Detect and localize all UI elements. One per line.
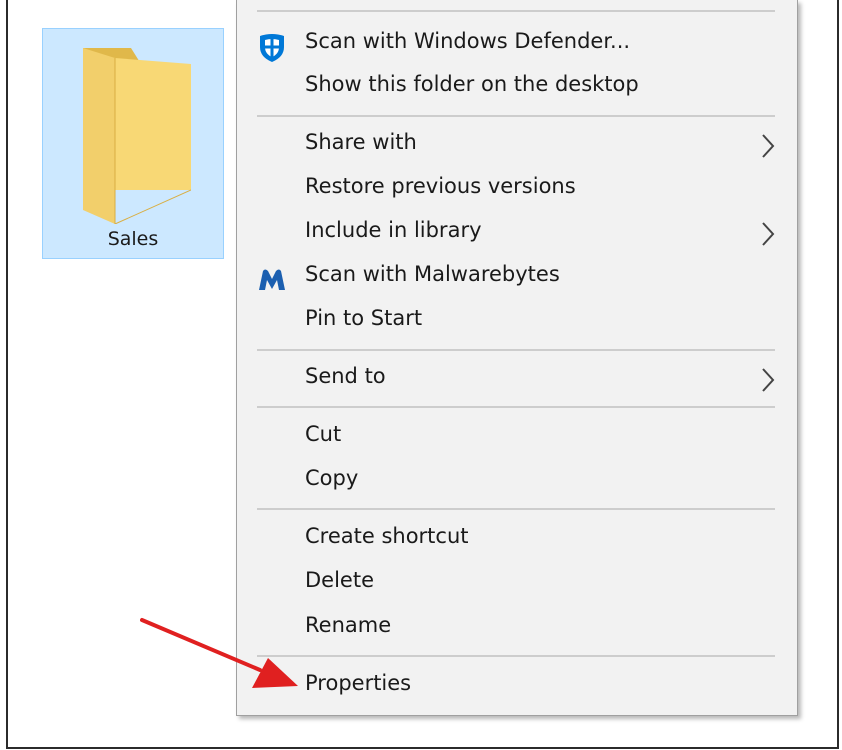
menu-item-label: Pin to Start [305,306,423,330]
menu-item-copy[interactable]: Copy [237,458,797,502]
folder-name: Sales [107,228,159,250]
annotation-arrow-icon [140,618,298,688]
menu-item-label: Copy [305,466,359,490]
menu-item-properties[interactable]: Properties [237,663,797,707]
menu-item-scan-defender[interactable]: Scan with Windows Defender... [237,21,797,65]
menu-item-send-to[interactable]: Send to [237,356,797,400]
menu-separator [257,406,775,408]
chevron-right-icon [762,368,775,392]
menu-item-label: Rename [305,613,392,637]
explorer-window: Sales Scan with Windows Defender... Show… [6,0,839,749]
menu-item-restore-versions[interactable]: Restore previous versions [237,166,797,210]
menu-item-label: Share with [305,130,417,154]
menu-item-cut[interactable]: Cut [237,414,797,458]
chevron-right-icon [762,134,775,158]
menu-item-rename[interactable]: Rename [237,605,797,649]
menu-item-label: Show this folder on the desktop [305,72,639,96]
windows-defender-icon [260,34,284,62]
folder-item-sales[interactable]: Sales [42,28,224,259]
context-menu: Scan with Windows Defender... Show this … [236,0,798,716]
menu-item-label: Scan with Windows Defender... [305,29,631,53]
menu-separator [257,508,775,510]
menu-item-show-desktop[interactable]: Show this folder on the desktop [237,64,797,108]
chevron-right-icon [762,222,775,246]
menu-item-scan-malwarebytes[interactable]: Scan with Malwarebytes [237,254,797,298]
menu-separator [257,115,775,117]
menu-item-label: Cut [305,422,342,446]
menu-item-share-with[interactable]: Share with [237,122,797,166]
malwarebytes-icon [259,269,285,290]
menu-item-create-shortcut[interactable]: Create shortcut [237,516,797,560]
menu-item-pin-start[interactable]: Pin to Start [237,298,797,342]
menu-item-delete[interactable]: Delete [237,560,797,604]
menu-item-label: Delete [305,568,374,592]
menu-item-label: Properties [305,671,412,695]
menu-item-include-library[interactable]: Include in library [237,210,797,254]
menu-item-label: Send to [305,364,386,388]
menu-separator [257,349,775,351]
menu-item-label: Restore previous versions [305,174,576,198]
menu-separator [257,10,775,12]
menu-item-label: Create shortcut [305,524,469,548]
menu-separator [257,655,775,657]
menu-item-label: Scan with Malwarebytes [305,262,560,286]
menu-item-label: Include in library [305,218,482,242]
folder-icon [83,48,191,224]
